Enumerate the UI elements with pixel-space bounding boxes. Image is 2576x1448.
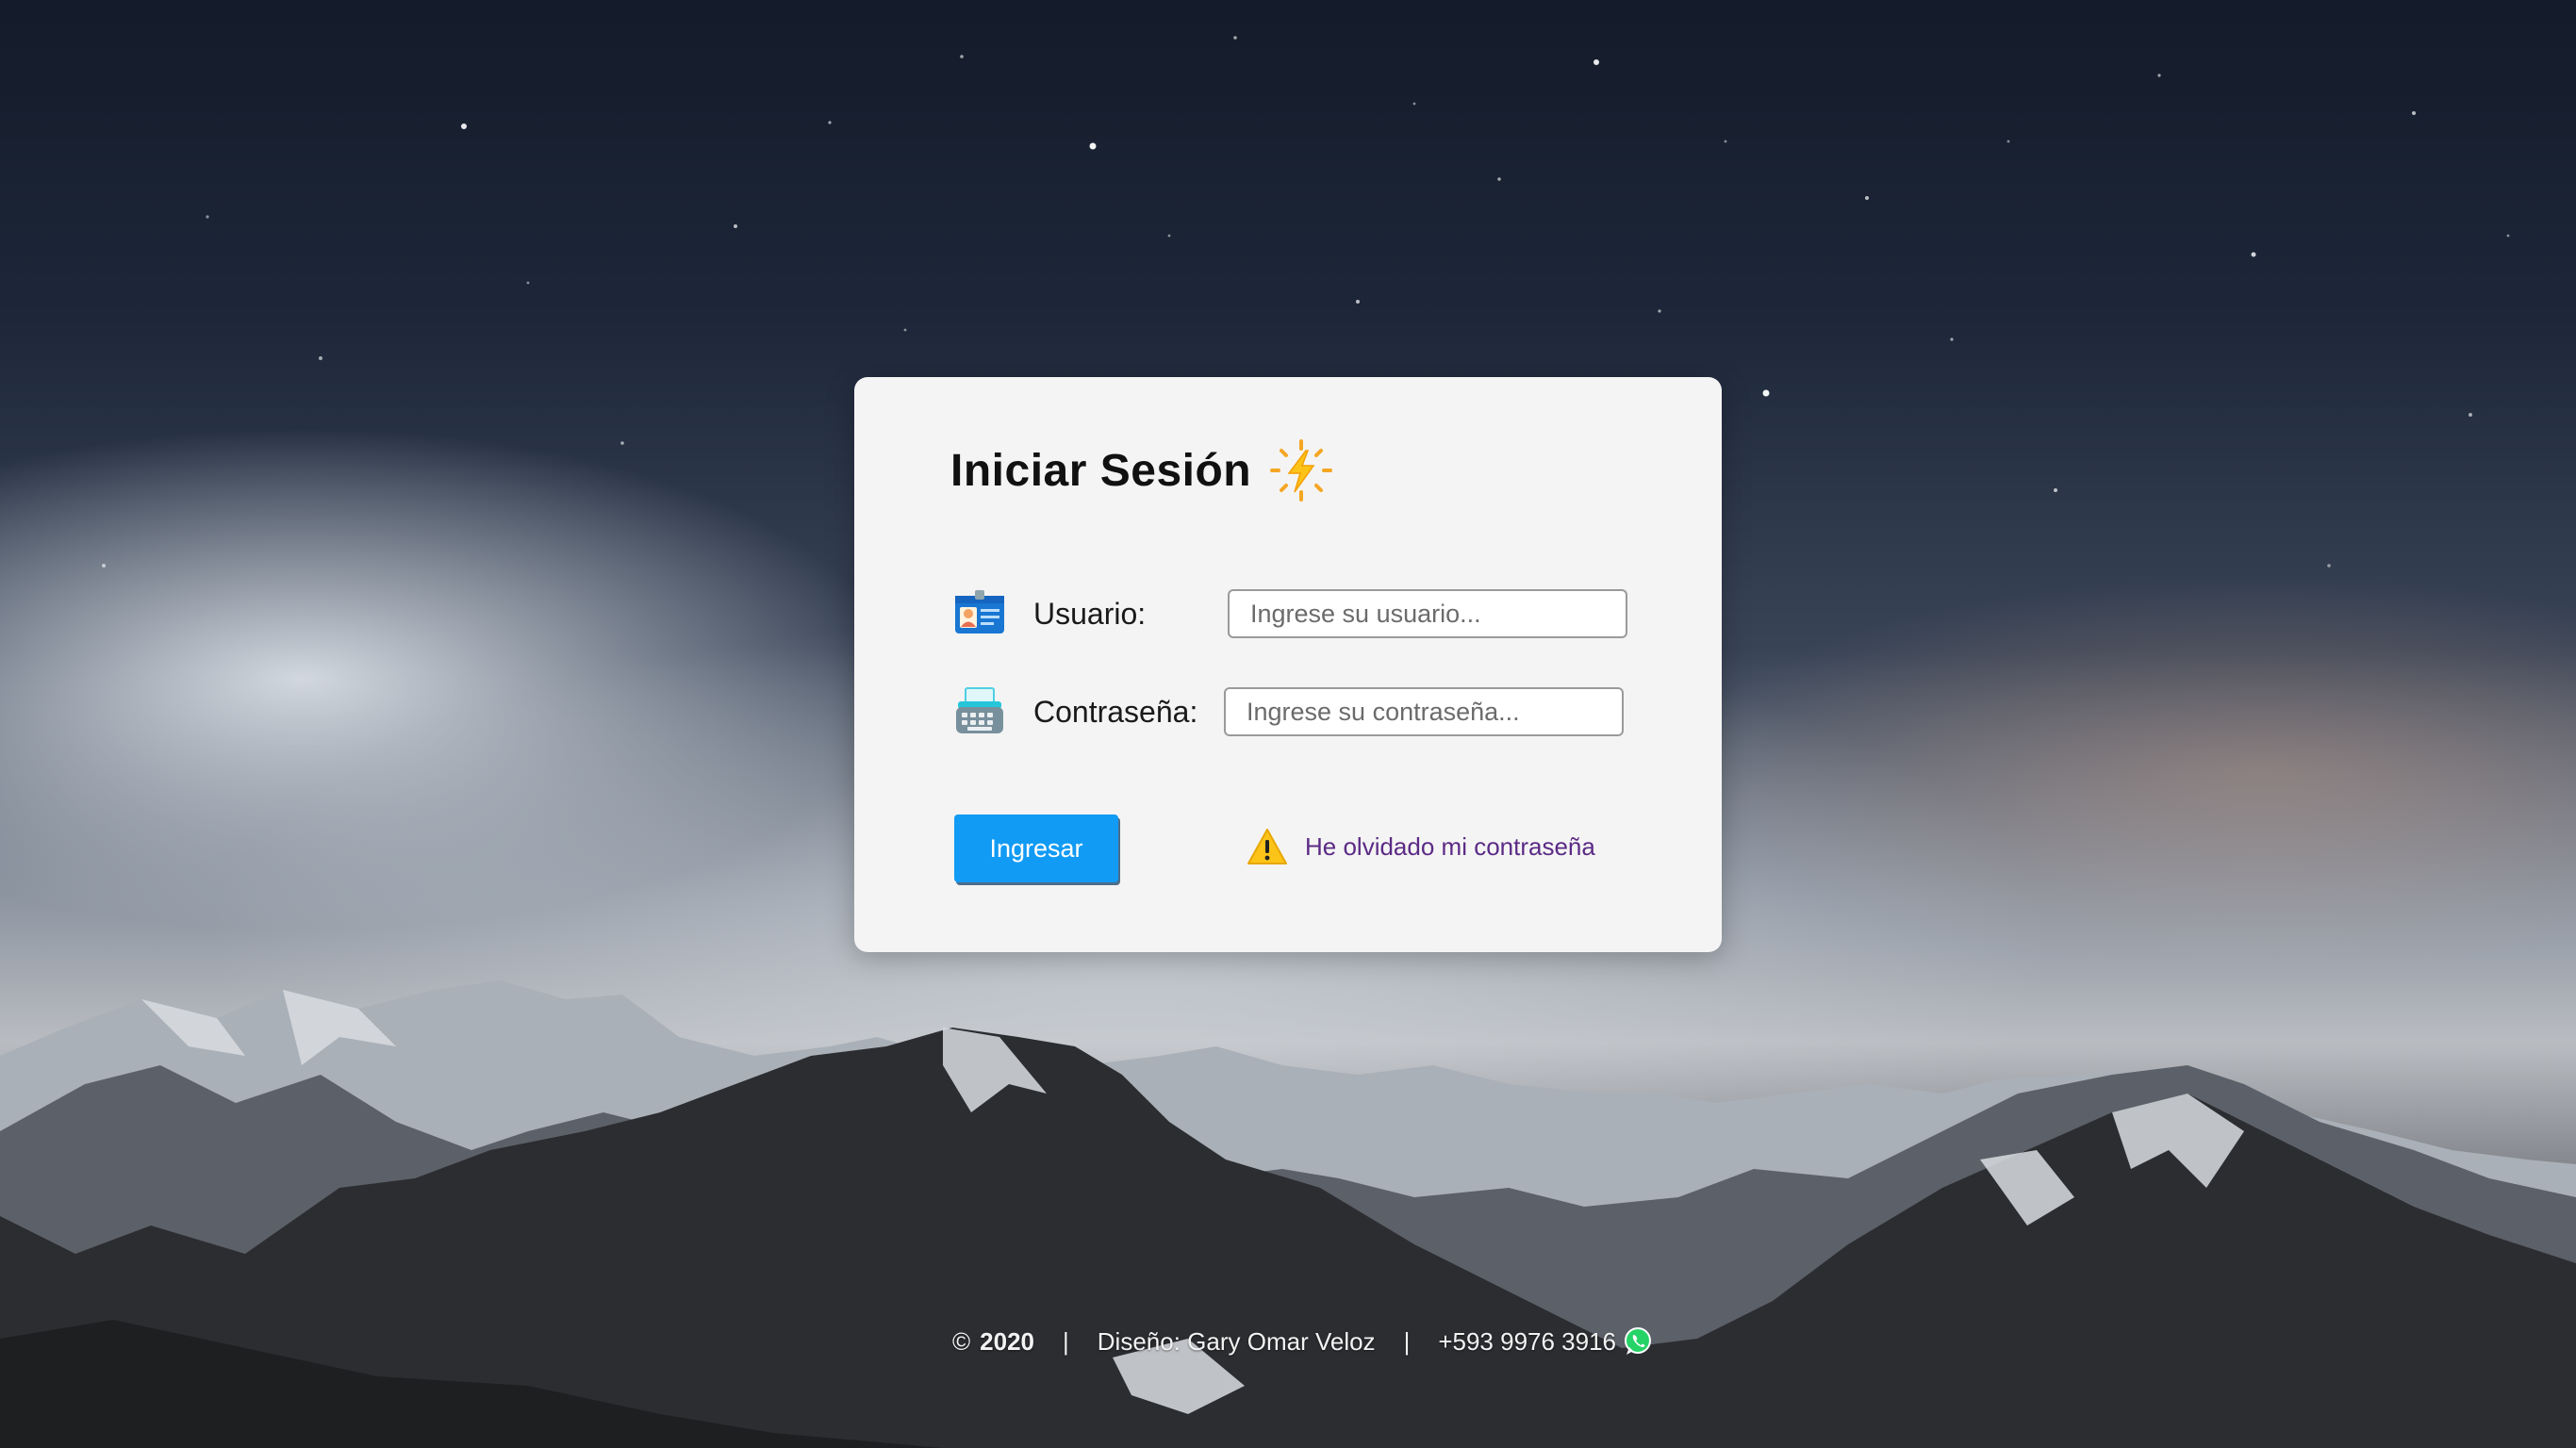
typewriter-icon (956, 687, 1003, 733)
footer-separator: | (1403, 1326, 1411, 1356)
forgot-password: He olvidado mi contraseña (1247, 828, 1595, 865)
login-button[interactable]: Ingresar (954, 814, 1118, 882)
title-row: Iniciar Sesión (950, 437, 1334, 503)
page-title: Iniciar Sesión (950, 445, 1252, 496)
copyright-symbol: © (952, 1326, 971, 1356)
phone-number: +593 9976 3916 (1438, 1326, 1617, 1356)
user-input[interactable] (1228, 589, 1627, 638)
warning-icon (1247, 829, 1287, 864)
login-card: Iniciar Sesión Usuario: Ingrese su usuar… (854, 377, 1722, 952)
design-credit: Diseño: Gary Omar Veloz (1097, 1326, 1376, 1356)
password-label: Contraseña: (1033, 694, 1198, 729)
password-field-row: Contraseña: (952, 684, 1624, 739)
footer-separator: | (1063, 1326, 1069, 1356)
id-card-icon (955, 590, 1004, 634)
sparkle-lightning-icon (1270, 439, 1333, 502)
user-label: Usuario: (1033, 596, 1147, 631)
forgot-password-link[interactable]: He olvidado mi contraseña (1305, 832, 1595, 862)
password-input[interactable] (1224, 687, 1624, 736)
whatsapp-icon[interactable] (1622, 1325, 1654, 1358)
footer: © 2020 | Diseño: Gary Omar Veloz | +593 … (952, 1325, 1654, 1358)
user-field-row: Usuario: (952, 586, 1627, 641)
copyright-year: 2020 (980, 1326, 1035, 1356)
